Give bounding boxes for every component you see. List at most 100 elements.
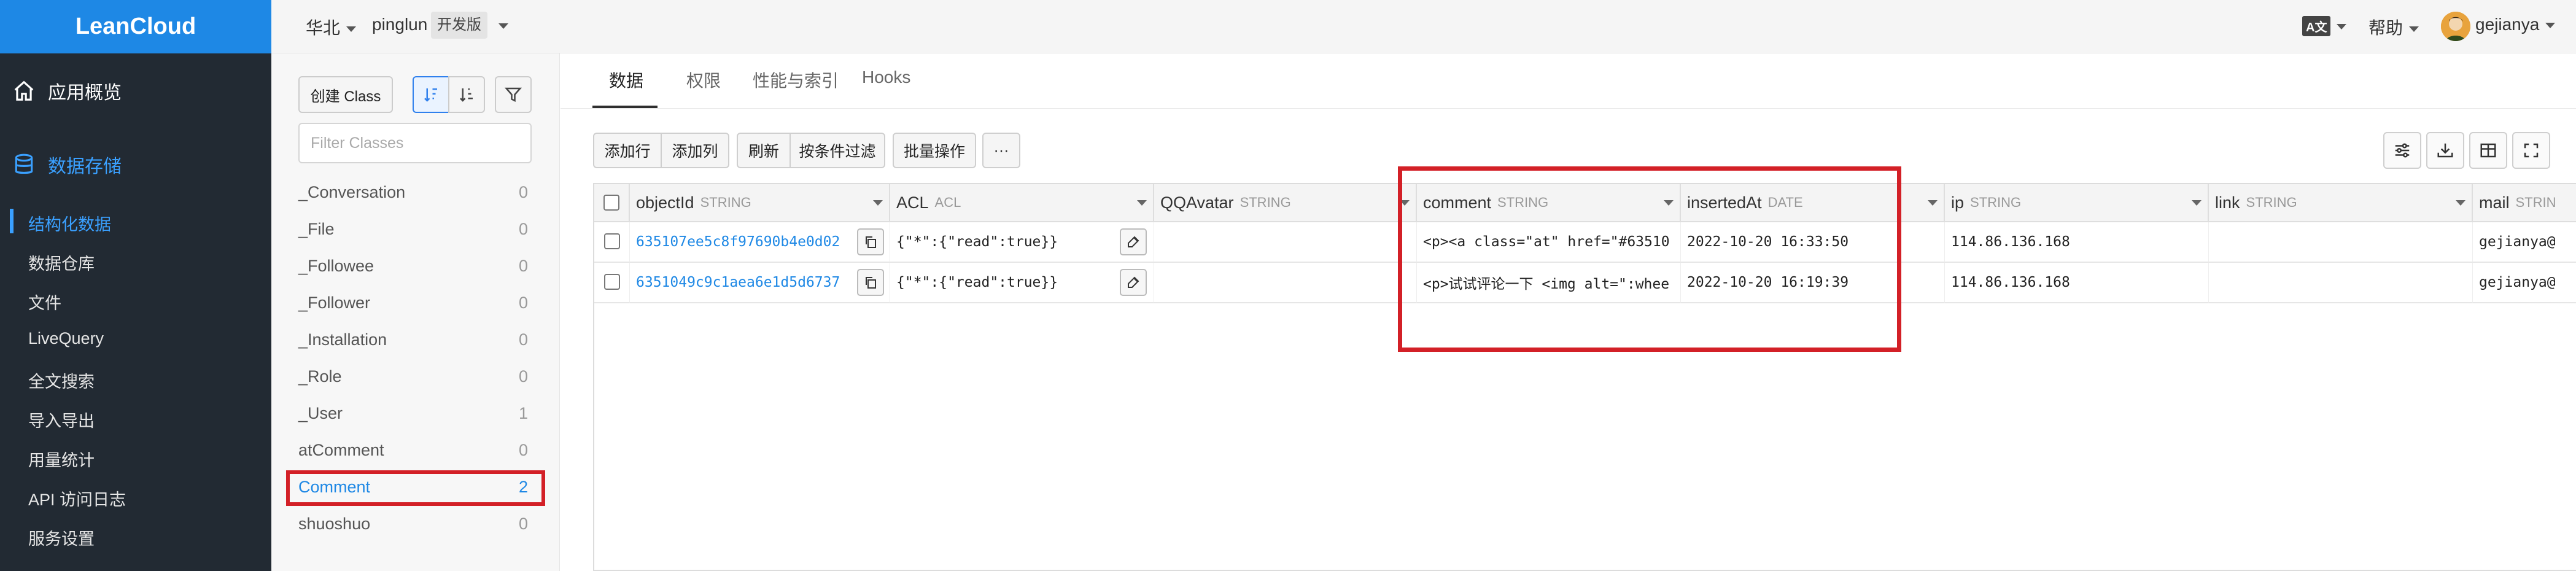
sidebar-item-fulltext-search[interactable]: 全文搜索 [28, 368, 95, 392]
ip-cell[interactable]: 114.86.136.168 [1945, 222, 2209, 263]
class-count: 1 [518, 403, 528, 422]
user-menu[interactable]: gejianya [2475, 15, 2556, 34]
app-selector[interactable]: pinglun [372, 15, 427, 34]
class-item[interactable]: shuoshuo 0 [298, 508, 532, 539]
add-row-button[interactable]: 添加行 [593, 133, 662, 168]
fullscreen-button[interactable] [2512, 132, 2550, 169]
export-button[interactable] [2426, 132, 2464, 169]
column-name: ip [1951, 193, 1965, 212]
column-settings-button[interactable] [2383, 132, 2421, 169]
refresh-button[interactable]: 刷新 [737, 133, 791, 168]
chevron-down-icon[interactable] [499, 23, 508, 29]
ip-cell[interactable]: 114.86.136.168 [1945, 263, 2209, 303]
mail-cell[interactable]: gejianya@ [2473, 263, 2576, 303]
expand-icon [2524, 143, 2539, 158]
column-name: ACL [896, 193, 929, 212]
class-name: _Conversation [298, 182, 406, 201]
mail-cell[interactable]: gejianya@ [2473, 222, 2576, 263]
sidebar-item-storage[interactable]: 数据存储 [0, 140, 271, 189]
column-name: link [2215, 193, 2240, 212]
tab-performance-index[interactable]: 性能与索引 [753, 68, 839, 92]
column-type: STRING [1240, 195, 1291, 210]
class-item[interactable]: _Conversation 0 [298, 177, 532, 208]
table-icon [2480, 143, 2496, 158]
funnel-icon [504, 87, 522, 103]
row-checkbox[interactable] [604, 274, 620, 290]
grid-view-button[interactable] [2469, 132, 2507, 169]
chevron-down-icon [2409, 26, 2419, 33]
help-menu[interactable]: 帮助 [2368, 15, 2419, 39]
more-button[interactable]: ··· [982, 133, 1020, 168]
sidebar-item-label: 数据存储 [48, 157, 122, 177]
sidebar-item-service-settings[interactable]: 服务设置 [28, 526, 95, 550]
chevron-down-icon[interactable] [2456, 200, 2465, 206]
tab-data[interactable]: 数据 [609, 68, 643, 92]
region-selector[interactable]: 华北 [306, 15, 357, 39]
objectid-cell[interactable]: 635107ee5c8f97690b4e0d02 [630, 222, 890, 263]
class-item[interactable]: _User 1 [298, 398, 532, 429]
chevron-down-icon[interactable] [2192, 200, 2202, 206]
column-header-qqavatar[interactable]: QQAvatar STRING [1154, 184, 1417, 222]
class-item[interactable]: _Follower 0 [298, 287, 532, 318]
filter-button[interactable] [495, 76, 532, 113]
class-item[interactable]: _Role 0 [298, 361, 532, 392]
sidebar-item-overview[interactable]: 应用概览 [0, 66, 271, 115]
home-icon [14, 80, 34, 101]
column-type: ACL [934, 195, 961, 210]
class-item[interactable]: _File 0 [298, 214, 532, 244]
sidebar-item-files[interactable]: 文件 [28, 290, 61, 314]
edit-acl-button[interactable] [1120, 269, 1147, 296]
sidebar-item-api-logs[interactable]: API 访问日志 [28, 486, 126, 510]
edit-acl-button[interactable] [1120, 228, 1147, 255]
objectid-cell[interactable]: 6351049c9c1aea6e1d5d6737 [630, 263, 890, 303]
sort-alpha-button[interactable] [413, 76, 449, 113]
username: gejianya [2475, 15, 2540, 34]
class-item[interactable]: _Followee 0 [298, 251, 532, 281]
acl-cell[interactable]: {"*":{"read":true}} [890, 222, 1154, 263]
qqavatar-cell[interactable] [1154, 263, 1417, 303]
app-name: pinglun [372, 15, 428, 34]
column-header-link[interactable]: link STRING [2209, 184, 2473, 222]
sidebar-item-livequery[interactable]: LiveQuery [28, 329, 104, 348]
link-cell[interactable] [2209, 263, 2473, 303]
row-checkbox[interactable] [604, 233, 620, 249]
copy-button[interactable] [857, 228, 884, 255]
tab-permissions[interactable]: 权限 [686, 68, 721, 92]
chevron-down-icon [2545, 23, 2556, 29]
column-header-objectid[interactable]: objectId STRING [630, 184, 890, 222]
chevron-down-icon[interactable] [1928, 200, 1938, 206]
tab-hooks[interactable]: Hooks [862, 68, 910, 87]
filter-by-condition-button[interactable]: 按条件过滤 [789, 133, 885, 168]
copy-button[interactable] [857, 269, 884, 296]
sort-count-button[interactable] [448, 76, 485, 113]
acl-cell[interactable]: {"*":{"read":true}} [890, 263, 1154, 303]
qqavatar-cell[interactable] [1154, 222, 1417, 263]
class-item[interactable]: _Installation 0 [298, 324, 532, 355]
sidebar-item-import-export[interactable]: 导入导出 [28, 408, 95, 432]
edit-icon [1128, 236, 1139, 247]
class-name: shuoshuo [298, 514, 371, 533]
class-name: _File [298, 219, 335, 238]
create-class-button[interactable]: 创建 Class [298, 76, 393, 113]
avatar[interactable] [2441, 12, 2470, 41]
column-header-mail[interactable]: mail STRIN [2473, 184, 2576, 222]
add-column-button[interactable]: 添加列 [661, 133, 729, 168]
class-item[interactable]: atComment 0 [298, 435, 532, 465]
column-header-ip[interactable]: ip STRING [1945, 184, 2209, 222]
sidebar-item-data-warehouse[interactable]: 数据仓库 [28, 251, 95, 274]
batch-operation-button[interactable]: 批量操作 [893, 133, 976, 168]
column-header-acl[interactable]: ACL ACL [890, 184, 1154, 222]
link-cell[interactable] [2209, 222, 2473, 263]
class-filter-input[interactable] [298, 123, 532, 163]
sidebar-item-structured-data[interactable]: 结构化数据 [28, 211, 111, 235]
class-name: _Role [298, 367, 342, 386]
language-switcher[interactable]: A文 [2302, 16, 2347, 36]
chevron-down-icon[interactable] [1137, 200, 1147, 206]
column-type: STRIN [2515, 195, 2556, 210]
chevron-down-icon[interactable] [873, 200, 883, 206]
select-all-checkbox[interactable] [603, 195, 619, 211]
brand-logo[interactable]: LeanCloud [0, 0, 271, 53]
sidebar: LeanCloud 应用概览 数据存储 结构化数据 数据仓库 文件 LiveQu… [0, 0, 271, 571]
column-type: STRING [700, 195, 751, 210]
sidebar-item-usage-stats[interactable]: 用量统计 [28, 447, 95, 471]
